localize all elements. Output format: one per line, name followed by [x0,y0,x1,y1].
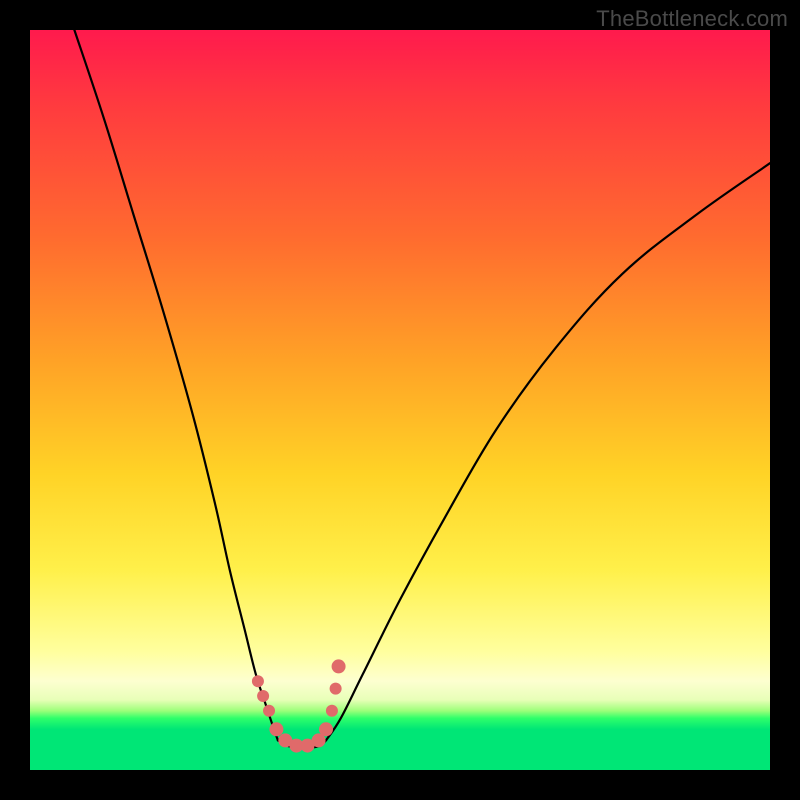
highlight-dot [330,683,342,695]
highlight-dot [332,659,346,673]
plot-area [30,30,770,770]
highlight-dot [269,722,283,736]
watermark-text: TheBottleneck.com [596,6,788,32]
chart-frame: TheBottleneck.com [0,0,800,800]
series-right-branch [326,163,770,740]
highlight-dot [252,675,264,687]
curve-layer [30,30,770,770]
highlight-dot [263,705,275,717]
series-left-branch [74,30,278,740]
highlight-dot [319,722,333,736]
highlight-dot [326,705,338,717]
highlight-dot [257,690,269,702]
